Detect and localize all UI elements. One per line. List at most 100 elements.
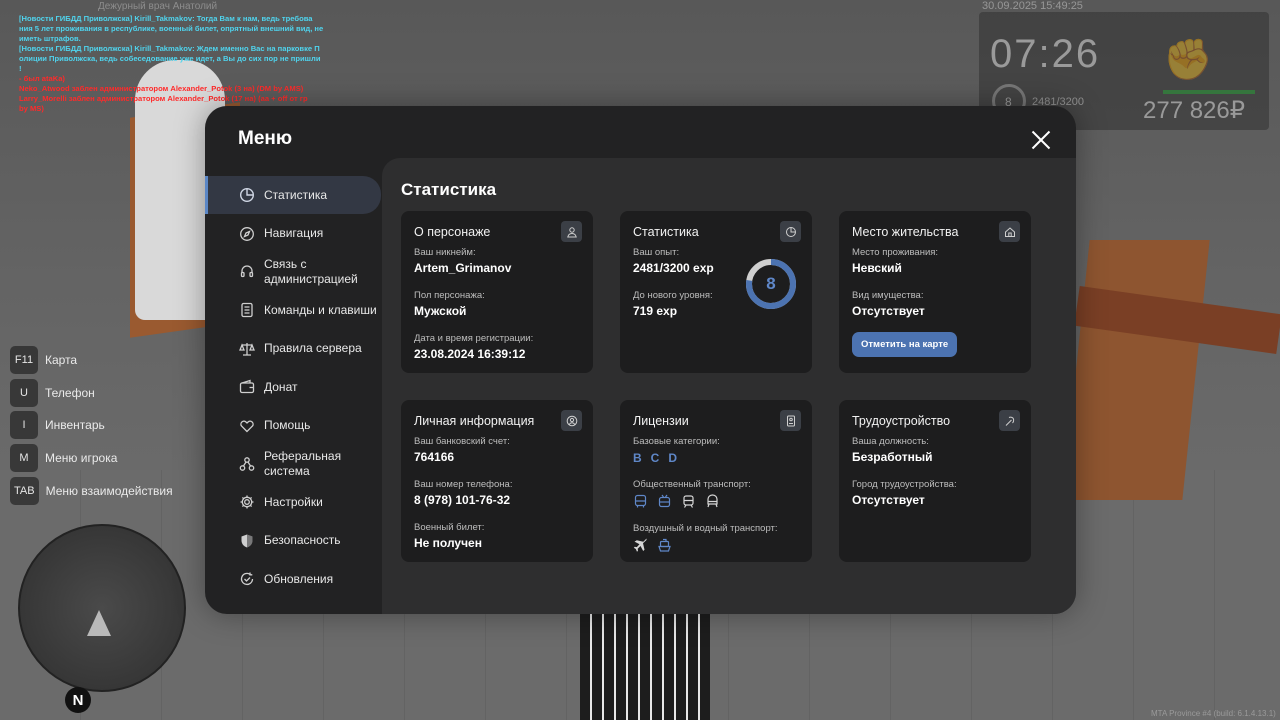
employment-city-value: Отсутствует bbox=[852, 493, 925, 507]
chat-line: Larry_Morelli заблен администратором Ale… bbox=[19, 94, 308, 103]
main-menu: Меню Статистика Навигация Связь с админи… bbox=[205, 106, 1076, 614]
pie-chart-icon bbox=[780, 221, 801, 242]
hotkey-label: Меню игрока bbox=[45, 451, 118, 466]
license-category: B bbox=[633, 451, 642, 465]
hotkey-player-menu[interactable]: M Меню игрока bbox=[10, 444, 173, 473]
hud-clock: 07:26 bbox=[990, 32, 1101, 76]
sidebar-item-navigation[interactable]: Навигация bbox=[205, 214, 381, 252]
hotkey-phone[interactable]: U Телефон bbox=[10, 378, 173, 407]
public-transport-icons bbox=[633, 494, 799, 509]
chat-line: олиции Приволжска, ведь собеседование уж… bbox=[19, 54, 321, 63]
field-label: Военный билет: bbox=[414, 522, 485, 533]
field-label: Дата и время регистрации: bbox=[414, 333, 534, 344]
content-panel: Статистика О персонаже Ваш никнейм: Arte… bbox=[382, 158, 1076, 614]
field-label: Ваша должность: bbox=[852, 436, 929, 447]
key-badge: U bbox=[10, 378, 38, 407]
home-icon bbox=[999, 221, 1020, 242]
boat-icon bbox=[657, 538, 672, 553]
pie-chart-icon bbox=[239, 187, 255, 203]
hud-money: 277 826₽ bbox=[1143, 97, 1246, 124]
compass-icon bbox=[239, 226, 255, 242]
field-label: Ваш банковский счет: bbox=[414, 436, 510, 447]
chat-line: ния 5 лет проживания в республике, военн… bbox=[19, 24, 324, 33]
headset-icon bbox=[239, 264, 255, 280]
key-badge: F11 bbox=[10, 346, 38, 374]
wallet-icon bbox=[239, 379, 255, 395]
sidebar-item-label: Донат bbox=[264, 379, 298, 394]
player-character bbox=[580, 610, 710, 720]
menu-sidebar: Статистика Навигация Связь с администрац… bbox=[205, 176, 381, 598]
property-value: Отсутствует bbox=[852, 304, 925, 318]
north-indicator: N bbox=[65, 687, 91, 713]
field-label: Пол персонажа: bbox=[414, 290, 485, 301]
field-label: Вид имущества: bbox=[852, 290, 924, 301]
field-label: Ваш никнейм: bbox=[414, 247, 476, 258]
refresh-check-icon bbox=[239, 571, 255, 587]
card-licenses: Лицензии Базовые категории: B C D Общест… bbox=[620, 400, 812, 562]
sidebar-item-donate[interactable]: Донат bbox=[205, 368, 381, 406]
sidebar-item-admin-contact[interactable]: Связь с администрацией bbox=[205, 253, 381, 291]
scales-icon bbox=[239, 341, 255, 357]
key-badge: I bbox=[10, 411, 38, 440]
tram-icon bbox=[681, 494, 696, 509]
sidebar-item-commands[interactable]: Команды и клавиши bbox=[205, 291, 381, 329]
sidebar-item-label: Навигация bbox=[264, 226, 324, 241]
gender-value: Мужской bbox=[414, 304, 467, 318]
nickname-value: Artem_Grimanov bbox=[414, 261, 512, 275]
hotkey-inventory[interactable]: I Инвентарь bbox=[10, 411, 173, 440]
hud-datetime: 30.09.2025 15:49:25 bbox=[982, 0, 1083, 12]
chat-line: [Новости ГИБДД Приволжска] Kirill_Takmak… bbox=[19, 14, 313, 23]
sidebar-item-statistics[interactable]: Статистика bbox=[205, 176, 381, 215]
close-icon[interactable] bbox=[1031, 130, 1051, 150]
field-label: Общественный транспорт: bbox=[633, 479, 751, 490]
sidebar-item-security[interactable]: Безопасность bbox=[205, 522, 381, 560]
chat-line: [Новости ГИБДД Приволжска] Kirill_Takmak… bbox=[19, 44, 320, 53]
player-arrow-icon bbox=[87, 610, 111, 636]
card-character: О персонаже Ваш никнейм: Artem_Grimanov … bbox=[401, 211, 593, 373]
mark-on-map-button[interactable]: Отметить на карте bbox=[852, 332, 958, 357]
hotkey-interaction-menu[interactable]: TAB Меню взаимодействия bbox=[10, 476, 173, 505]
field-label: Воздушный и водный транспорт: bbox=[633, 523, 778, 534]
sidebar-item-updates[interactable]: Обновления bbox=[205, 560, 381, 598]
card-residence: Место жительства Место проживания: Невск… bbox=[839, 211, 1031, 373]
registration-value: 23.08.2024 16:39:12 bbox=[414, 347, 526, 361]
sidebar-item-rules[interactable]: Правила сервера bbox=[205, 330, 381, 368]
license-category: D bbox=[668, 451, 678, 465]
field-label: Место проживания: bbox=[852, 247, 939, 258]
field-label: Базовые категории: bbox=[633, 436, 720, 447]
airplane-icon bbox=[633, 538, 648, 553]
license-category: C bbox=[650, 451, 660, 465]
license-categories: B C D bbox=[633, 451, 799, 465]
card-title: Лицензии bbox=[633, 414, 689, 428]
fist-icon: ✊ bbox=[1163, 38, 1213, 82]
sidebar-item-label: Обновления bbox=[264, 571, 334, 586]
build-version: MTA Province #4 (build: 6.1.4.13.1) bbox=[1151, 709, 1276, 718]
sidebar-item-label: Связь с администрацией bbox=[264, 256, 358, 286]
sidebar-item-referral[interactable]: Реферальная система bbox=[205, 445, 381, 483]
field-label: Ваш номер телефона: bbox=[414, 479, 513, 490]
sidebar-item-settings[interactable]: Настройки bbox=[205, 483, 381, 521]
hotkey-label: Меню взаимодействия bbox=[45, 483, 173, 498]
place-value: Невский bbox=[852, 261, 902, 275]
heart-hand-icon bbox=[239, 418, 255, 434]
hotkey-map[interactable]: F11 Карта bbox=[10, 346, 173, 374]
card-title: Трудоустройство bbox=[852, 414, 951, 428]
metro-icon bbox=[705, 494, 720, 509]
shield-icon bbox=[239, 533, 255, 549]
npc-nametag: Дежурный врач Анатолий bbox=[98, 1, 218, 12]
gear-icon bbox=[239, 494, 255, 510]
trolleybus-icon bbox=[657, 494, 672, 509]
field-label: Ваш опыт: bbox=[633, 247, 680, 258]
key-badge: M bbox=[10, 444, 38, 473]
sidebar-item-help[interactable]: Помощь bbox=[205, 406, 381, 444]
health-bar bbox=[1163, 90, 1255, 94]
phone-value: 8 (978) 101-76-32 bbox=[414, 493, 511, 507]
chat-line: ! bbox=[19, 64, 22, 73]
minimap[interactable] bbox=[18, 524, 186, 692]
chat-log: [Новости ГИБДД Приволжска] Kirill_Takmak… bbox=[19, 14, 339, 114]
sidebar-item-label: Команды и клавиши bbox=[264, 302, 377, 317]
bus-icon bbox=[633, 494, 648, 509]
field-label: Город трудоустройства: bbox=[852, 479, 957, 490]
document-icon bbox=[239, 302, 255, 318]
card-employment: Трудоустройство Ваша должность: Безработ… bbox=[839, 400, 1031, 562]
